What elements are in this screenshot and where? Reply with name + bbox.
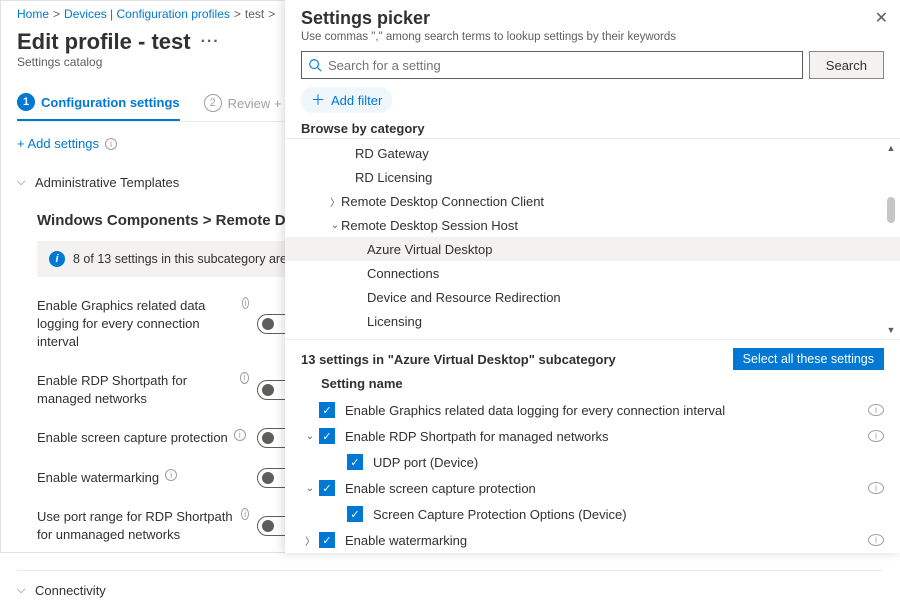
page-title: Edit profile - test bbox=[17, 29, 191, 55]
chevron-down-icon bbox=[17, 584, 27, 597]
setting-row-watermarking: Enable watermarkingi bbox=[17, 458, 297, 498]
info-icon[interactable]: i bbox=[868, 482, 884, 494]
scroll-down-icon[interactable]: ▼ bbox=[884, 323, 898, 337]
setting-item[interactable]: ✓ Enable Graphics related data logging f… bbox=[301, 397, 884, 423]
scroll-thumb[interactable] bbox=[887, 197, 895, 223]
column-header-setting-name: Setting name bbox=[285, 374, 900, 397]
tree-scrollbar[interactable]: ▲ ▼ bbox=[884, 141, 898, 337]
search-input-wrapper[interactable] bbox=[301, 51, 803, 79]
info-icon[interactable]: i bbox=[868, 430, 884, 442]
setting-row-port-range: Use port range for RDP Shortpath for unm… bbox=[17, 498, 297, 554]
checkbox-icon[interactable]: ✓ bbox=[319, 402, 335, 418]
chevron-down-icon: ⌄ bbox=[329, 220, 341, 231]
info-icon[interactable]: i bbox=[241, 508, 249, 520]
setting-row-graphics-logging: Enable Graphics related data logging for… bbox=[17, 287, 297, 362]
checkbox-icon[interactable]: ✓ bbox=[319, 532, 335, 548]
panel-title: Settings picker bbox=[301, 8, 884, 29]
info-icon[interactable]: i bbox=[234, 429, 246, 441]
info-icon: i bbox=[49, 251, 65, 267]
result-count: 13 settings in "Azure Virtual Desktop" s… bbox=[301, 352, 616, 367]
setting-item[interactable]: 〉✓ Enable watermarkingi bbox=[301, 527, 884, 553]
breadcrumb-current[interactable]: test bbox=[245, 7, 264, 21]
breadcrumb-devices[interactable]: Devices | Configuration profiles bbox=[64, 7, 230, 21]
checkbox-icon[interactable]: ✓ bbox=[319, 428, 335, 444]
settings-list: ✓ Enable Graphics related data logging f… bbox=[285, 397, 900, 553]
tree-item-rd-gateway[interactable]: RD Gateway bbox=[285, 141, 900, 165]
scroll-up-icon[interactable]: ▲ bbox=[884, 141, 898, 155]
info-icon[interactable]: i bbox=[240, 372, 249, 384]
setting-row-rdp-shortpath-managed: Enable RDP Shortpath for managed network… bbox=[17, 362, 297, 418]
tree-item-device-redirection[interactable]: Device and Resource Redirection bbox=[285, 285, 900, 309]
chevron-right-icon[interactable]: 〉 bbox=[301, 533, 319, 548]
plus-icon: ＋ bbox=[311, 90, 325, 110]
chevron-down-icon[interactable]: ⌄ bbox=[301, 431, 319, 442]
select-all-button[interactable]: Select all these settings bbox=[733, 348, 884, 370]
tree-item-printer-redirection[interactable]: Printer Redirection bbox=[285, 333, 900, 335]
search-input[interactable] bbox=[328, 58, 796, 73]
section-connectivity[interactable]: Connectivity bbox=[17, 570, 883, 604]
tree-item-licensing[interactable]: Licensing bbox=[285, 309, 900, 333]
tree-item-rd-licensing[interactable]: RD Licensing bbox=[285, 165, 900, 189]
more-icon[interactable]: ··· bbox=[201, 33, 220, 51]
close-icon[interactable]: ✕ bbox=[875, 8, 888, 28]
tree-item-connections[interactable]: Connections bbox=[285, 261, 900, 285]
info-icon[interactable]: i bbox=[242, 297, 249, 309]
checkbox-icon[interactable]: ✓ bbox=[319, 480, 335, 496]
setting-item[interactable]: ⌄✓ Enable screen capture protectioni bbox=[301, 475, 884, 501]
setting-item[interactable]: ⌄✓ Enable RDP Shortpath for managed netw… bbox=[301, 423, 884, 449]
chevron-down-icon[interactable]: ⌄ bbox=[301, 483, 319, 494]
setting-subitem[interactable]: ✓ Screen Capture Protection Options (Dev… bbox=[301, 501, 884, 527]
add-filter-button[interactable]: ＋ Add filter bbox=[301, 87, 392, 113]
setting-row-screen-capture: Enable screen capture protectioni bbox=[17, 418, 297, 458]
breadcrumb-home[interactable]: Home bbox=[17, 7, 49, 21]
checkbox-icon[interactable]: ✓ bbox=[347, 506, 363, 522]
info-icon[interactable]: i bbox=[105, 138, 117, 150]
info-icon[interactable]: i bbox=[165, 469, 177, 481]
tree-item-rdsh[interactable]: ⌄Remote Desktop Session Host bbox=[285, 213, 900, 237]
checkbox-icon[interactable]: ✓ bbox=[347, 454, 363, 470]
setting-subitem[interactable]: ✓ UDP port (Device) bbox=[301, 449, 884, 475]
browse-by-category-label: Browse by category bbox=[285, 117, 900, 138]
info-icon[interactable]: i bbox=[868, 404, 884, 416]
tree-item-rdc-client[interactable]: 〉Remote Desktop Connection Client bbox=[285, 189, 900, 213]
step-configuration-settings[interactable]: 1Configuration settings bbox=[17, 93, 180, 121]
panel-subtitle: Use commas "," among search terms to loo… bbox=[301, 31, 884, 43]
search-button[interactable]: Search bbox=[809, 51, 884, 79]
chevron-right-icon: 〉 bbox=[329, 194, 341, 209]
settings-picker-panel: Settings picker Use commas "," among sea… bbox=[285, 0, 900, 553]
category-tree: RD Gateway RD Licensing 〉Remote Desktop … bbox=[285, 138, 900, 340]
search-icon bbox=[308, 58, 322, 72]
chevron-down-icon bbox=[17, 176, 27, 189]
tree-item-avd[interactable]: Azure Virtual Desktop bbox=[285, 237, 900, 261]
info-icon[interactable]: i bbox=[868, 534, 884, 546]
